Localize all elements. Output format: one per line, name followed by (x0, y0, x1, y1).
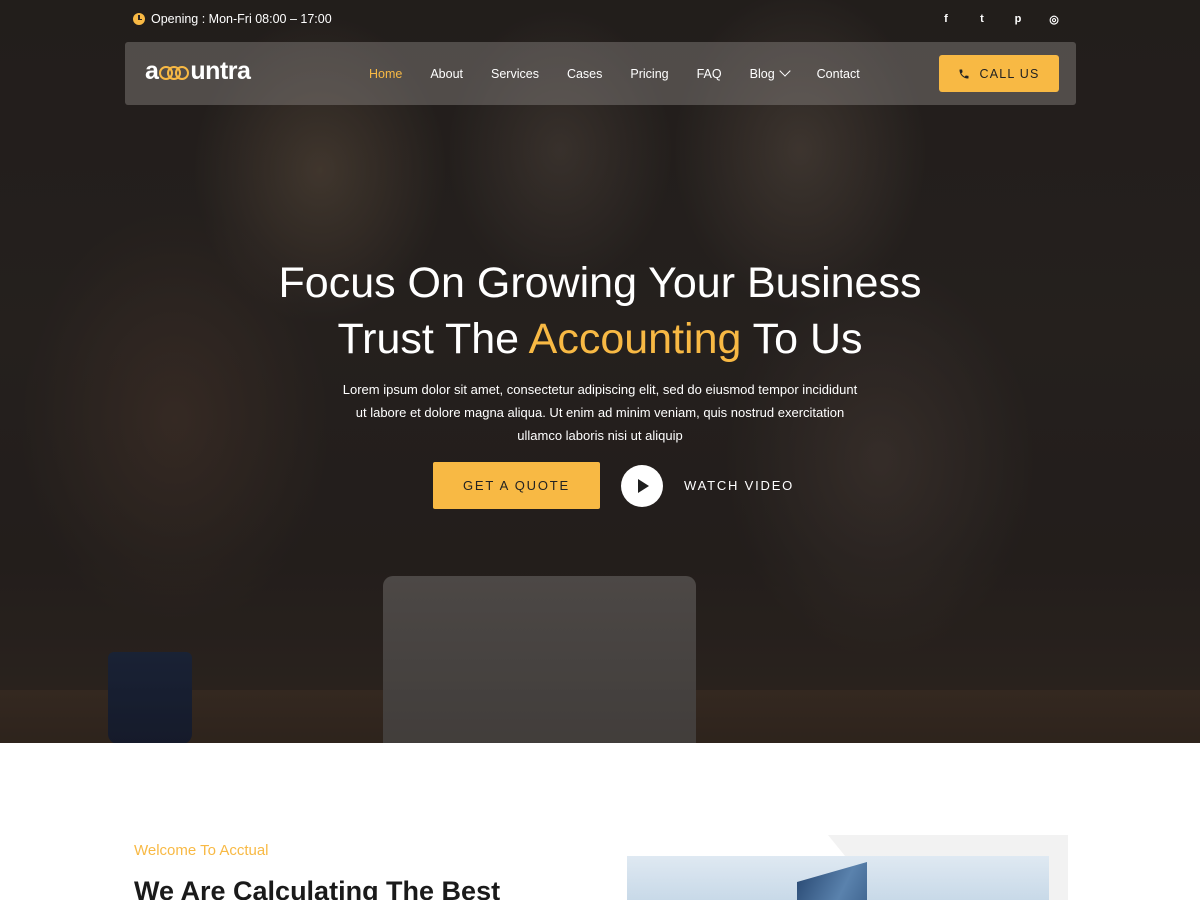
pinterest-icon[interactable]: p (1012, 12, 1024, 26)
hero-overlay (0, 0, 1200, 743)
nav-item-pricing[interactable]: Pricing (630, 67, 668, 81)
welcome-heading: We Are Calculating The Best (134, 876, 501, 900)
play-icon (638, 479, 649, 493)
facebook-icon[interactable]: f (940, 12, 952, 26)
hero-title-line2-pre: Trust The (337, 315, 529, 363)
site-logo[interactable]: a untra (145, 57, 251, 86)
nav-item-home[interactable]: Home (369, 67, 402, 81)
hero-title: Focus On Growing Your Business Trust The… (0, 255, 1200, 367)
logo-suffix: untra (190, 57, 251, 85)
hero-description: Lorem ipsum dolor sit amet, consectetur … (342, 382, 858, 443)
nav-item-blog[interactable]: Blog (749, 65, 791, 81)
clock-icon (133, 13, 145, 25)
nav-item-contact[interactable]: Contact (817, 67, 860, 81)
instagram-icon[interactable]: ◎ (1048, 12, 1060, 26)
nav-item-about[interactable]: About (430, 67, 463, 81)
chevron-down-icon (778, 65, 791, 77)
welcome-kicker: Welcome To Acctual (134, 842, 269, 859)
nav-item-services[interactable]: Services (491, 67, 539, 81)
call-us-button[interactable]: CALL US (939, 55, 1059, 92)
logo-rings-icon (159, 65, 190, 82)
watch-video-link[interactable]: WATCH VIDEO (684, 478, 794, 493)
call-us-label: CALL US (979, 66, 1040, 81)
twitter-icon[interactable]: t (976, 12, 988, 26)
opening-hours: Opening : Mon-Fri 08:00 – 17:00 (133, 12, 332, 26)
hero-title-accent: Accounting (528, 315, 742, 363)
nav-item-faq[interactable]: FAQ (697, 67, 722, 81)
about-image (627, 856, 1049, 900)
main-navbar: a untra Home About Services Cases Pricin… (125, 42, 1076, 105)
building-image (797, 861, 867, 900)
social-links: f t p ◎ (940, 12, 1060, 26)
play-video-button[interactable] (621, 465, 663, 507)
hero-section: Opening : Mon-Fri 08:00 – 17:00 f t p ◎ … (0, 0, 1200, 743)
nav-item-cases[interactable]: Cases (567, 67, 602, 81)
opening-hours-text: Opening : Mon-Fri 08:00 – 17:00 (151, 12, 332, 26)
phone-icon (959, 69, 969, 78)
nav-item-blog-label: Blog (749, 66, 775, 81)
hero-title-line1: Focus On Growing Your Business (278, 259, 922, 307)
nav-menu: Home About Services Cases Pricing FAQ Bl… (369, 42, 888, 105)
hero-title-line2-post: To Us (741, 315, 863, 363)
get-quote-button[interactable]: GET A QUOTE (433, 462, 600, 509)
logo-prefix: a (145, 57, 159, 85)
